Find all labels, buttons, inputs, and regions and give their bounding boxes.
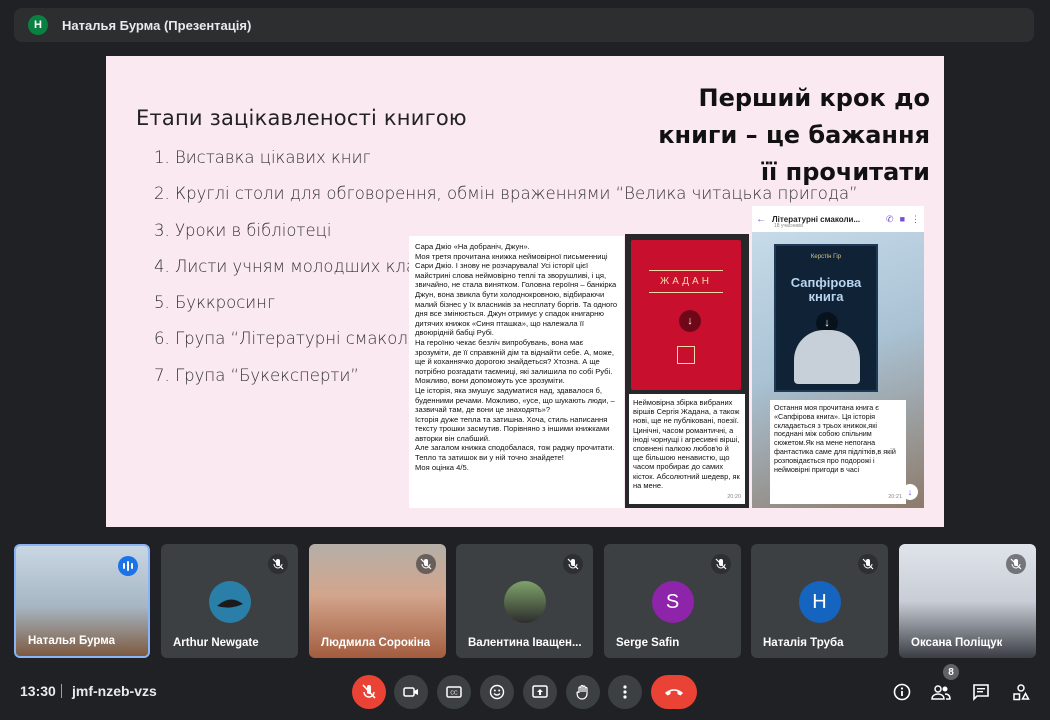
- chat-button[interactable]: [969, 680, 993, 704]
- activities-button[interactable]: [1009, 680, 1033, 704]
- presenter-title: Наталья Бурма (Презентація): [62, 17, 252, 33]
- mic-toggle-button[interactable]: [352, 675, 386, 709]
- scroll-down-icon: ↓: [902, 484, 918, 500]
- quote-line: її прочитати: [760, 158, 930, 186]
- book-cover: Керстін Гір Сапфірова книга ↓: [774, 244, 878, 392]
- present-icon: [532, 685, 548, 698]
- book-author: Керстін Гір: [810, 254, 842, 260]
- participant-name: Валентина Іващен...: [468, 637, 582, 649]
- back-arrow-icon: ←: [756, 213, 766, 225]
- publisher-logo: [677, 346, 695, 364]
- avatar: S: [651, 581, 694, 623]
- avatar: Н: [798, 581, 841, 623]
- mic-off-icon: [268, 554, 288, 574]
- cover-illustration: [794, 330, 860, 384]
- meeting-details-button[interactable]: [890, 680, 914, 704]
- mic-off-icon: [1006, 554, 1026, 574]
- participant-tile[interactable]: Н Наталія Труба: [751, 544, 888, 658]
- participant-name: Людмила Сорокіна: [321, 637, 431, 649]
- chat-icon: [973, 684, 989, 701]
- participant-tile[interactable]: Оксана Поліщук: [899, 544, 1036, 658]
- chat-screenshot: ← Літературні смаколи... ✆ ■ ⋮ 18 учасни…: [752, 206, 924, 508]
- review-post: Сара Джіо «На добраніч, Джун». Моя третя…: [409, 236, 624, 508]
- message-time: 20:20: [727, 493, 741, 500]
- mic-off-icon: [416, 554, 436, 574]
- activities-icon: [1013, 684, 1030, 701]
- participant-tile[interactable]: Наталья Бурма: [14, 544, 150, 658]
- people-icon: [931, 685, 951, 700]
- present-button[interactable]: [523, 675, 557, 709]
- chat-subtitle: 18 учасників: [774, 223, 803, 229]
- raise-hand-button[interactable]: [566, 675, 600, 709]
- avatar: [503, 581, 546, 623]
- reactions-button[interactable]: [480, 675, 514, 709]
- emoji-icon: [489, 684, 505, 700]
- hand-icon: [576, 684, 588, 700]
- slide-heading: Етапи зацікавленості книгою: [136, 106, 467, 130]
- participant-tile[interactable]: Arthur Newgate: [161, 544, 298, 658]
- participant-name: Оксана Поліщук: [911, 637, 1003, 649]
- hangup-icon: [665, 689, 683, 696]
- avatar: [208, 581, 251, 623]
- meeting-code: jmf-nzeb-vzs: [72, 683, 157, 699]
- camera-icon: [403, 687, 418, 697]
- camera-toggle-button[interactable]: [394, 675, 428, 709]
- meeting-time: 13:30: [20, 683, 56, 699]
- download-icon: ↓: [679, 310, 701, 332]
- mic-off-icon: [711, 554, 731, 574]
- video-icon: ■: [899, 214, 905, 224]
- people-count-badge: 8: [943, 664, 959, 680]
- mic-off-icon: [858, 554, 878, 574]
- leave-call-button[interactable]: [651, 675, 697, 709]
- participant-name: Arthur Newgate: [173, 637, 259, 649]
- phone-screenshot: ЖАДАН ↓ Неймовірна збірка вибраних вірші…: [625, 234, 749, 508]
- phone-icon: ✆: [886, 213, 894, 224]
- mic-off-icon: [563, 554, 583, 574]
- caption-text: Неймовірна збірка вибраних віршів Сергія…: [633, 398, 740, 490]
- more-icon: ⋮: [911, 213, 920, 224]
- speaking-indicator-icon: [118, 556, 138, 576]
- presenter-bar: Н Наталья Бурма (Презентація): [14, 8, 1034, 42]
- book-title: Сапфірова книга: [790, 275, 862, 304]
- mic-off-icon: [362, 684, 376, 699]
- book-title: ЖАДАН: [660, 276, 712, 287]
- captions-icon: CC: [446, 686, 462, 698]
- post-caption: Остання моя прочитана книга є «Сапфірова…: [770, 400, 906, 504]
- divider: [61, 684, 62, 698]
- more-vert-icon: [623, 685, 627, 699]
- presentation-slide: Етапи зацікавленості книгою 1. Виставка …: [106, 56, 944, 527]
- post-caption: Неймовірна збірка вибраних віршів Сергія…: [629, 394, 745, 504]
- quote-line: книги – це бажання: [658, 121, 930, 149]
- presenter-avatar: Н: [28, 15, 48, 35]
- message-time: 20:21: [888, 494, 902, 501]
- cover-line: [649, 292, 723, 293]
- slide-quote: Перший крок до книги – це бажання її про…: [650, 80, 930, 191]
- book-cover: ЖАДАН ↓: [631, 240, 741, 390]
- participant-name: Serge Safin: [616, 637, 680, 649]
- more-options-button[interactable]: [608, 675, 642, 709]
- people-button[interactable]: [929, 680, 953, 704]
- cover-line: [649, 270, 723, 271]
- captions-button[interactable]: CC: [437, 675, 471, 709]
- participant-name: Наталія Труба: [763, 637, 844, 649]
- quote-line: Перший крок до: [698, 84, 931, 112]
- participant-tile[interactable]: Людмила Сорокіна: [309, 544, 446, 658]
- participant-tile[interactable]: S Serge Safin: [604, 544, 741, 658]
- participant-tile[interactable]: Валентина Іващен...: [456, 544, 593, 658]
- svg-text:CC: CC: [450, 691, 458, 697]
- review-text: Сара Джіо «На добраніч, Джун». Моя третя…: [415, 242, 618, 472]
- caption-text: Остання моя прочитана книга є «Сапфірова…: [774, 403, 896, 474]
- info-icon: [893, 683, 911, 701]
- participant-name: Наталья Бурма: [28, 635, 115, 647]
